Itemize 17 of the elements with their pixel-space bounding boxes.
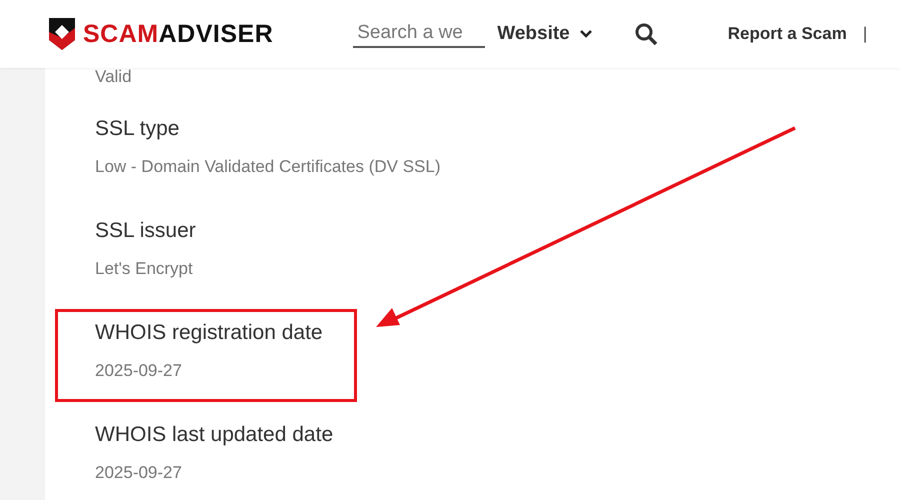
- detail-value: 2025-09-27: [95, 462, 183, 484]
- detail-label: SSL issuer: [95, 218, 197, 244]
- detail-value: Let's Encrypt: [95, 258, 194, 280]
- detail-label: SSL type: [95, 116, 180, 142]
- search-type-dropdown[interactable]: Website: [497, 23, 592, 45]
- logo-text[interactable]: SCAMADVISER: [83, 20, 274, 48]
- nav-separator: |: [862, 24, 868, 44]
- detail-value: Valid: [95, 66, 133, 88]
- search-icon: [634, 22, 658, 46]
- detail-value: Low - Domain Validated Certificates (DV SSL): [95, 156, 440, 178]
- search-button[interactable]: [634, 22, 658, 46]
- shield-logo-icon: [47, 16, 77, 52]
- detail-label: WHOIS last updated date: [95, 422, 334, 448]
- chevron-down-icon: [580, 30, 592, 38]
- detail-value: 2025-09-27: [95, 360, 183, 382]
- detail-label: WHOIS registration date: [95, 320, 324, 346]
- report-scam-link[interactable]: Report a Scam: [728, 24, 847, 44]
